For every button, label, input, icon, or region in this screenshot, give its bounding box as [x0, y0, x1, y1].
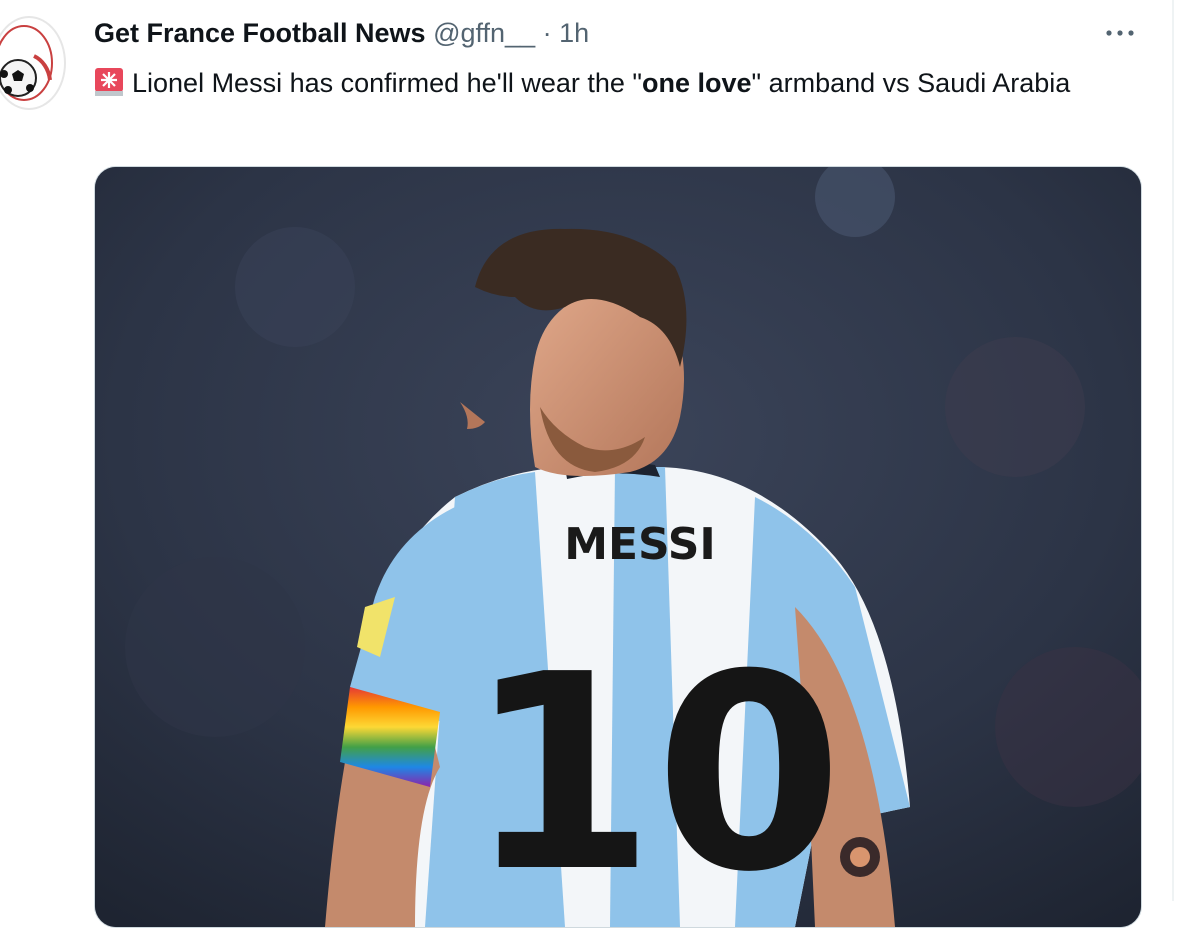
tweet-header: Get France Football News @gffn__ · 1h: [94, 16, 589, 50]
football-logo-icon: [0, 23, 54, 103]
author-name[interactable]: Get France Football News: [94, 18, 426, 48]
tweet-text-bold: one love: [641, 68, 752, 98]
tweet-text-part-2: " armband vs Saudi Arabia: [751, 68, 1071, 98]
avatar[interactable]: [0, 16, 66, 110]
more-horizontal-icon: [1106, 30, 1134, 36]
messi-photo: MESSI 10: [95, 167, 1141, 927]
author-handle[interactable]: @gffn__: [433, 18, 535, 48]
timeline-divider: [1172, 0, 1174, 901]
separator: ·: [542, 18, 552, 48]
tweet-text-part-1: Lionel Messi has confirmed he'll wear th…: [132, 68, 642, 98]
tweet-text: Lionel Messi has confirmed he'll wear th…: [94, 62, 1154, 104]
rotating-light-icon: [94, 67, 124, 97]
timestamp[interactable]: 1h: [559, 18, 589, 48]
jersey-number: 10: [467, 616, 843, 927]
more-options-button[interactable]: [1100, 18, 1140, 48]
jersey-name: MESSI: [564, 519, 716, 570]
tweet-media-photo[interactable]: MESSI 10: [94, 166, 1142, 928]
